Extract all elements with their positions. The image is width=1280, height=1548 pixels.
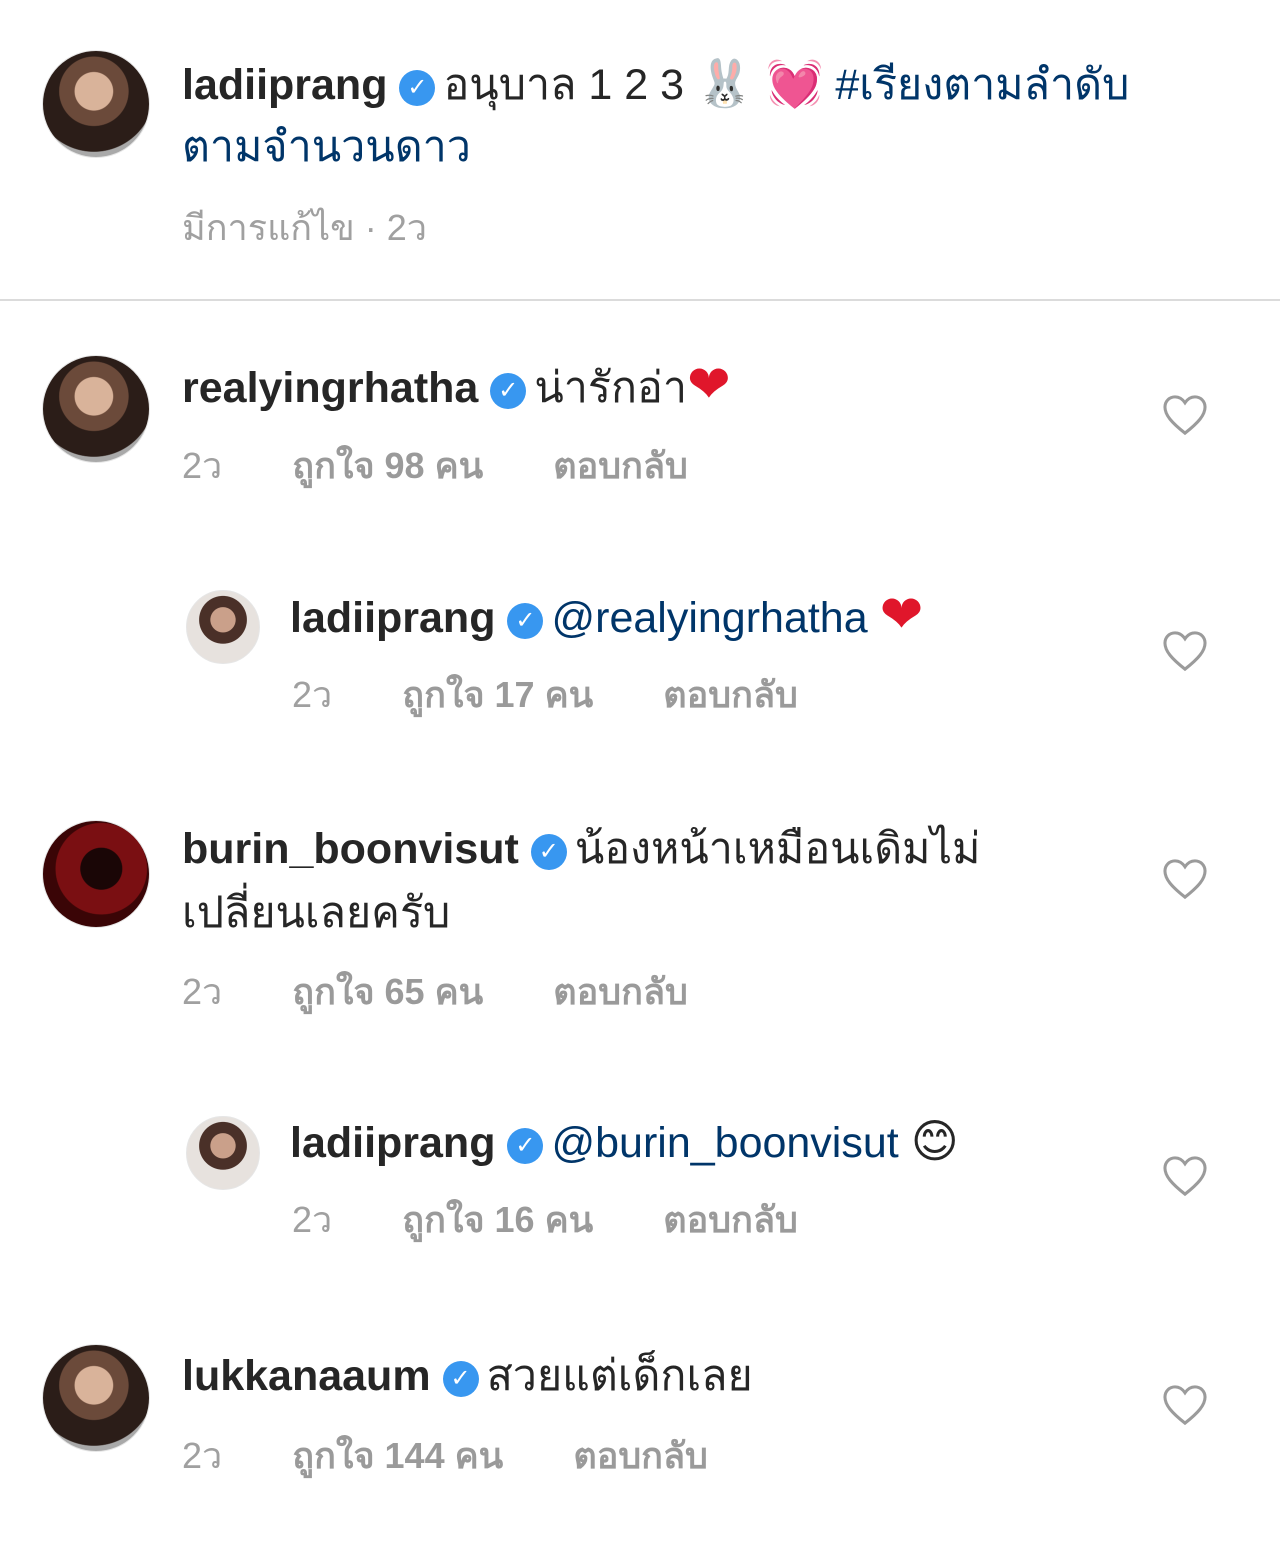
comment-username[interactable]: ladiiprang [290, 594, 495, 642]
red-heart-emoji: ❤ [686, 356, 731, 414]
comment-time: 2ว [182, 445, 223, 486]
comment-line: ladiiprang ✓ @burin_boonvisut 😊 [290, 1110, 959, 1174]
comment-text: น่ารักอ่า [534, 364, 687, 412]
mention-link[interactable]: @realyingrhatha [551, 594, 867, 642]
caption-emojis: 🐰 💓 [696, 57, 824, 109]
comment-likes[interactable]: ถูกใจ 98 คน [292, 445, 483, 486]
heart-icon[interactable] [1162, 630, 1208, 672]
smile-emoji: 😊 [910, 1115, 959, 1167]
avatar[interactable] [42, 1344, 150, 1452]
comment-meta: 2ว ถูกใจ 65 คน ตอบกลับ [182, 970, 748, 1014]
reply-button[interactable]: ตอบกลับ [553, 971, 688, 1012]
heart-icon[interactable] [1162, 1384, 1208, 1426]
avatar[interactable] [186, 1116, 260, 1190]
comment-meta: 2ว ถูกใจ 144 คน ตอบกลับ [182, 1434, 768, 1478]
comment-meta: 2ว ถูกใจ 16 คน ตอบกลับ [292, 1198, 858, 1242]
avatar[interactable] [42, 355, 150, 463]
caption-text: อนุบาล 1 2 3 [443, 61, 685, 109]
mention-link[interactable]: @burin_boonvisut [551, 1119, 898, 1167]
comment-likes[interactable]: ถูกใจ 16 คน [402, 1199, 593, 1240]
verified-badge-icon: ✓ [490, 373, 527, 409]
comment-time: 2ว [292, 674, 333, 715]
verified-badge-icon: ✓ [507, 603, 544, 639]
comment-line: ladiiprang ✓ @realyingrhatha ❤ [290, 584, 923, 649]
heart-icon[interactable] [1162, 394, 1208, 436]
comment-likes[interactable]: ถูกใจ 17 คน [402, 674, 593, 715]
verified-badge-icon: ✓ [442, 1361, 479, 1397]
hashtag-link[interactable]: #เรียงตามลำดับ [835, 61, 1129, 109]
comment-meta: 2ว ถูกใจ 17 คน ตอบกลับ [292, 673, 858, 717]
reply-button[interactable]: ตอบกลับ [663, 1199, 798, 1240]
verified-badge-icon: ✓ [507, 1128, 544, 1164]
reply-button[interactable]: ตอบกลับ [553, 445, 688, 486]
comment-line: lukkanaaum ✓ สวยแต่เด็กเลย [182, 1345, 753, 1407]
comment-line: realyingrhatha ✓ น่ารักอ่า❤ [182, 354, 731, 419]
avatar[interactable] [42, 820, 150, 928]
red-heart-emoji: ❤ [879, 586, 924, 644]
comment-likes[interactable]: ถูกใจ 65 คน [292, 971, 483, 1012]
avatar[interactable] [42, 50, 150, 158]
divider [0, 299, 1280, 301]
caption-username[interactable]: ladiiprang [182, 61, 387, 109]
comment-text: น้องหน้าเหมือนเดิมไม่ [574, 825, 981, 873]
heart-icon[interactable] [1162, 1155, 1208, 1197]
reply-button[interactable]: ตอบกลับ [663, 674, 798, 715]
comment-text-continued: เปลี่ยนเลยครับ [182, 889, 451, 937]
comment-username[interactable]: ladiiprang [290, 1119, 495, 1167]
comment-username[interactable]: realyingrhatha [182, 364, 478, 412]
avatar[interactable] [186, 590, 260, 664]
reply-button[interactable]: ตอบกลับ [573, 1435, 708, 1476]
comment-likes[interactable]: ถูกใจ 144 คน [292, 1435, 503, 1476]
verified-badge-icon: ✓ [530, 834, 567, 870]
caption-meta: มีการแก้ไข · 2ว [182, 207, 428, 248]
comment-time: 2ว [182, 1435, 223, 1476]
comment-time: 2ว [182, 971, 223, 1012]
verified-badge-icon: ✓ [399, 70, 436, 106]
comment-time: 2ว [292, 1199, 333, 1240]
caption-line-1: ladiiprang ✓ อนุบาล 1 2 3 🐰 💓 #เรียงตามลำด… [182, 52, 1129, 116]
comment-text: สวยแต่เด็กเลย [486, 1352, 753, 1400]
comment-username[interactable]: burin_boonvisut [182, 825, 519, 873]
comment-username[interactable]: lukkanaaum [182, 1352, 431, 1400]
heart-icon[interactable] [1162, 858, 1208, 900]
hashtag-link-continued[interactable]: ตามจำนวนดาว [182, 116, 471, 178]
comment-meta: 2ว ถูกใจ 98 คน ตอบกลับ [182, 444, 748, 488]
comment-line: burin_boonvisut ✓ น้องหน้าเหมือนเดิมไม่ [182, 818, 980, 880]
